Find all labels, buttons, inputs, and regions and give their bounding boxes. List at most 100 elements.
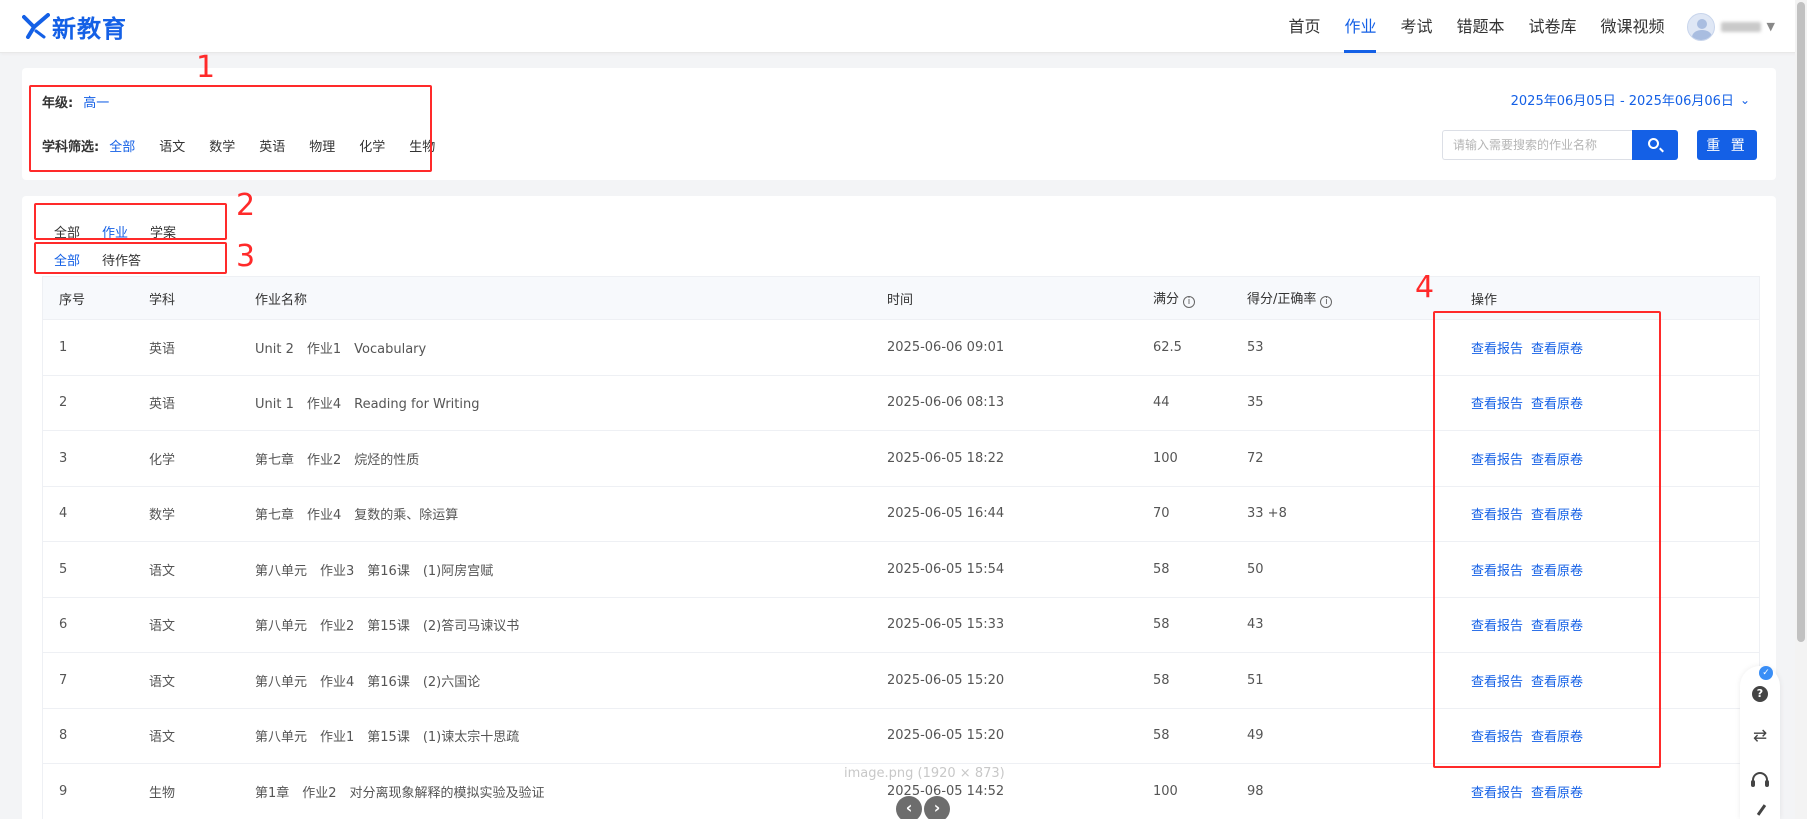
view-report-link[interactable]: 查看报告	[1471, 730, 1523, 745]
row-name: 第七章 作业2 烷烃的性质	[255, 452, 420, 468]
date-range-picker[interactable]: 2025年06月05日 - 2025年06月06日 ⌄	[1511, 90, 1750, 110]
view-report-link[interactable]: 查看报告	[1471, 786, 1523, 801]
row-full-score: 58	[1153, 672, 1170, 688]
view-original-link[interactable]: 查看原卷	[1531, 786, 1583, 801]
view-report-link[interactable]: 查看报告	[1471, 397, 1523, 412]
row-subject: 生物	[149, 785, 176, 801]
view-original-link[interactable]: 查看原卷	[1531, 397, 1583, 412]
logo[interactable]: 新教育	[22, 12, 127, 43]
subject-physics[interactable]: 物理	[309, 136, 335, 155]
view-report-link[interactable]: 查看报告	[1471, 564, 1523, 579]
info-icon[interactable]: i	[1183, 296, 1196, 308]
row-name: Unit 2 作业1 Vocabulary	[255, 341, 427, 357]
view-report-link[interactable]: 查看报告	[1471, 342, 1523, 357]
row-subject: 数学	[149, 508, 176, 524]
row-subject: 语文	[149, 674, 176, 690]
subject-biology[interactable]: 生物	[409, 136, 435, 155]
row-score: 50	[1247, 561, 1264, 577]
row-score: 98	[1247, 783, 1264, 799]
subject-filter: 学科筛选: 全部 语文 数学 英语 物理 化学 生物	[42, 136, 435, 155]
view-original-link[interactable]: 查看原卷	[1531, 619, 1583, 634]
user-menu[interactable]: ▼	[1686, 12, 1775, 41]
grade-row: 年级: 高一	[42, 92, 109, 111]
status-tabs: 全部 待作答	[54, 250, 163, 269]
type-tab-homework[interactable]: 作业	[102, 222, 128, 241]
view-original-link[interactable]: 查看原卷	[1531, 730, 1583, 745]
view-report-link[interactable]: 查看报告	[1471, 675, 1523, 690]
type-tabs: 全部 作业 学案	[54, 222, 198, 241]
headset-icon[interactable]	[1751, 772, 1769, 787]
scrollbar-thumb[interactable]	[1797, 2, 1805, 642]
row-no: 5	[59, 561, 68, 577]
row-full-score: 100	[1153, 783, 1178, 799]
row-score: 35	[1247, 395, 1264, 411]
row-no: 6	[59, 617, 68, 633]
search-icon	[1648, 138, 1659, 149]
subject-chemistry[interactable]: 化学	[359, 136, 385, 155]
row-subject: 英语	[149, 397, 176, 413]
table-row: 5 语文 第八单元 作业3 第16课 (1)阿房宫赋 2025-06-05 15:54…	[42, 542, 1760, 598]
nav-mistakes[interactable]: 错题本	[1456, 0, 1504, 53]
nav-paper-library[interactable]: 试卷库	[1529, 0, 1577, 53]
subject-all[interactable]: 全部	[109, 136, 135, 155]
row-full-score: 100	[1153, 450, 1178, 466]
search-button[interactable]	[1632, 130, 1678, 160]
col-name: 作业名称	[255, 292, 308, 308]
avatar	[1686, 12, 1715, 41]
col-score-label: 得分/正确率	[1247, 292, 1317, 307]
view-original-link[interactable]: 查看原卷	[1531, 675, 1583, 690]
row-time: 2025-06-05 15:20	[887, 672, 1005, 688]
view-original-link[interactable]: 查看原卷	[1531, 453, 1583, 468]
type-tab-all[interactable]: 全部	[54, 222, 80, 241]
filter-panel: 年级: 高一 学科筛选: 全部 语文 数学 英语 物理 化学 生物 2025年0…	[22, 68, 1776, 180]
row-no: 7	[59, 672, 68, 688]
subject-filter-label: 学科筛选:	[42, 140, 100, 155]
status-tab-pending[interactable]: 待作答	[102, 250, 141, 269]
help-icon[interactable]: ?	[1752, 686, 1768, 702]
row-no: 4	[59, 506, 68, 522]
view-report-link[interactable]: 查看报告	[1471, 619, 1523, 634]
prev-image-button[interactable]: ‹	[896, 796, 922, 819]
type-tab-study-plan[interactable]: 学案	[150, 222, 176, 241]
nav-exam[interactable]: 考试	[1400, 0, 1432, 53]
search-input[interactable]	[1442, 130, 1632, 160]
user-name-blurred	[1720, 21, 1761, 32]
view-report-link[interactable]: 查看报告	[1471, 453, 1523, 468]
info-icon[interactable]: i	[1320, 296, 1333, 308]
row-ops: 查看报告 查看原卷	[1471, 393, 1759, 412]
grade-value[interactable]: 高一	[83, 92, 109, 111]
table-body: 1 英语 Unit 2 作业1 Vocabulary 2025-06-06 09:01…	[42, 320, 1760, 819]
row-no: 3	[59, 450, 68, 466]
table-row: 2 英语 Unit 1 作业4 Reading for Writing 2025-06…	[42, 375, 1760, 431]
chevron-down-icon: ⌄	[1739, 92, 1750, 107]
row-time: 2025-06-06 08:13	[887, 395, 1005, 411]
subject-english[interactable]: 英语	[259, 136, 285, 155]
table-row: 8 语文 第八单元 作业1 第15课 (1)谏太宗十思疏 2025-06-05 15:…	[42, 708, 1760, 764]
row-name: 第八单元 作业4 第16课 (2)六国论	[255, 674, 481, 690]
nav-micro-video[interactable]: 微课视频	[1601, 0, 1665, 53]
edit-icon[interactable]	[1756, 804, 1767, 816]
row-score: 53	[1247, 339, 1264, 355]
view-original-link[interactable]: 查看原卷	[1531, 508, 1583, 523]
row-score: 49	[1247, 728, 1264, 744]
image-viewer-caption: image.png (1920 × 873)	[844, 766, 1005, 781]
view-original-link[interactable]: 查看原卷	[1531, 564, 1583, 579]
status-tab-all[interactable]: 全部	[54, 250, 80, 269]
nav-home[interactable]: 首页	[1288, 0, 1320, 53]
row-ops: 查看报告 查看原卷	[1471, 338, 1759, 357]
subject-math[interactable]: 数学	[209, 136, 235, 155]
nav-homework[interactable]: 作业	[1344, 0, 1377, 53]
row-name: 第七章 作业4 复数的乘、除运算	[255, 508, 459, 524]
reset-button[interactable]: 重 置	[1697, 130, 1757, 160]
next-image-button[interactable]: ›	[924, 796, 950, 819]
view-report-link[interactable]: 查看报告	[1471, 508, 1523, 523]
homework-table: 序号 学科 作业名称 时间 满分 i 得分/正确率 i 操作 1 英语 Unit 2 作…	[42, 276, 1760, 819]
logo-mark-icon	[22, 13, 50, 39]
row-ops: 查看报告 查看原卷	[1471, 615, 1759, 634]
subject-chinese[interactable]: 语文	[159, 136, 185, 155]
table-row: 7 语文 第八单元 作业4 第16课 (2)六国论 2025-06-05 15:20 5…	[42, 653, 1760, 709]
row-time: 2025-06-05 16:44	[887, 506, 1005, 522]
col-ops: 操作	[1471, 292, 1498, 308]
view-original-link[interactable]: 查看原卷	[1531, 342, 1583, 357]
refresh-icon[interactable]: ⇄	[1752, 728, 1768, 745]
